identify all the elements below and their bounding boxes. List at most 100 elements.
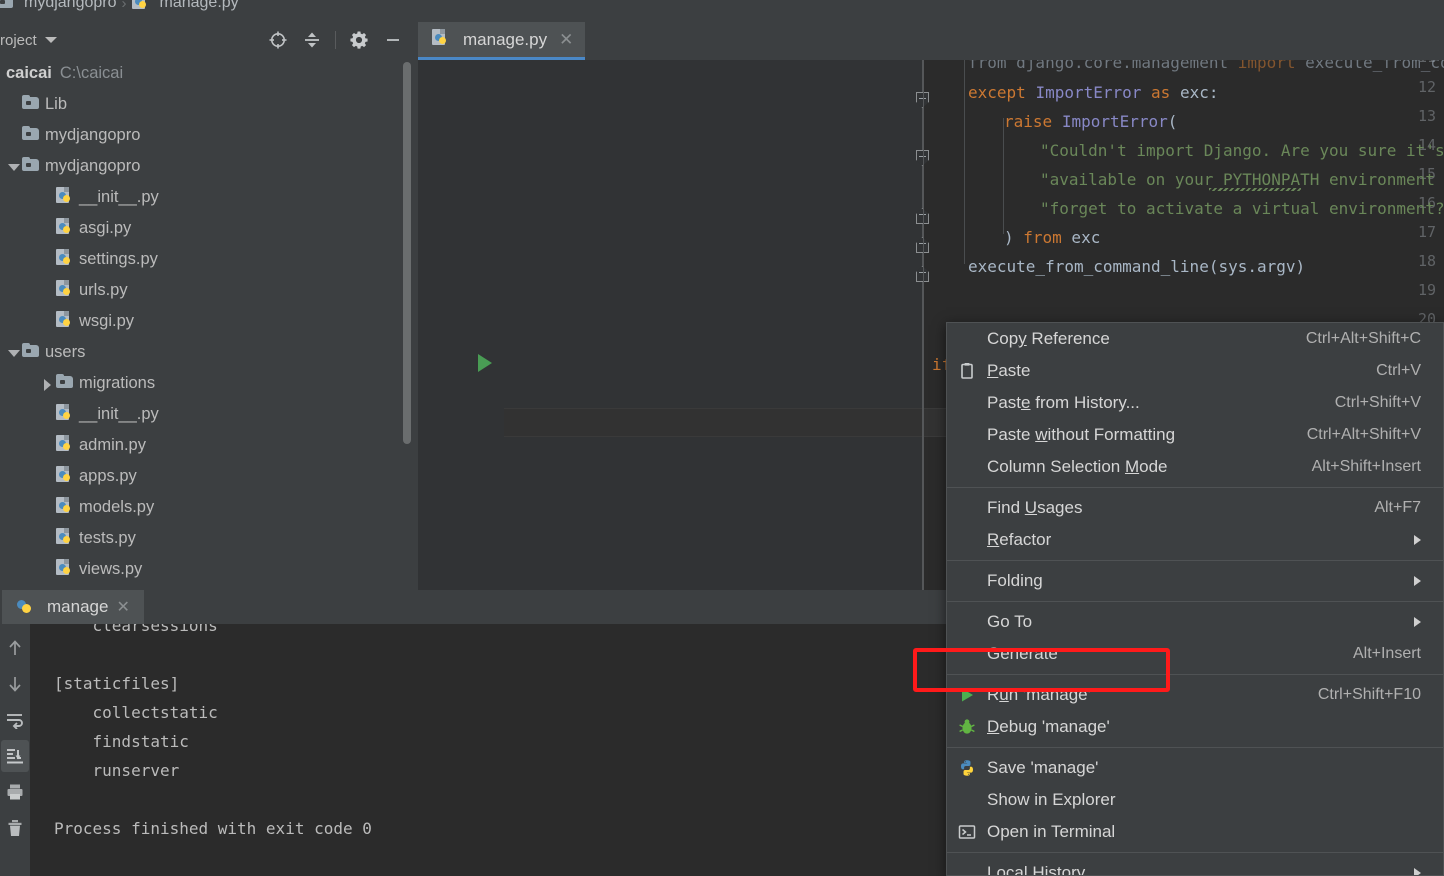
tree-item-label: models.py	[79, 498, 155, 516]
down-arrow-icon[interactable]	[1, 668, 29, 700]
breadcrumb-item-1[interactable]: manage.py	[160, 0, 239, 12]
tree-item-label: __init__.py	[79, 405, 159, 423]
collapse-all-icon[interactable]	[295, 25, 329, 55]
menu-item-show-in-explorer[interactable]: Show in Explorer	[947, 784, 1443, 816]
menu-item-label: Paste from History...	[987, 393, 1140, 412]
tree-item-mydjangopro[interactable]: mydjangopro	[0, 120, 418, 151]
gear-icon[interactable]	[342, 25, 376, 55]
close-icon[interactable]: ✕	[559, 30, 573, 50]
folder-icon	[22, 343, 39, 362]
project-tree[interactable]: caicai C:\caicai Lib mydjangopro mydjangop…	[0, 58, 418, 590]
tree-item-label: wsgi.py	[79, 312, 135, 330]
menu-item-debug-manage[interactable]: Debug 'manage'	[947, 711, 1443, 743]
menu-item-paste[interactable]: Paste Ctrl+V	[947, 355, 1443, 387]
folder-icon	[56, 374, 73, 393]
tree-item-mydjangopro[interactable]: mydjangopro	[0, 151, 418, 182]
code-line-11: from django.core.management import execu…	[968, 60, 1444, 72]
menu-item-shortcut: Ctrl+Shift+F10	[1317, 686, 1421, 703]
menu-item-refactor[interactable]: Refactor	[947, 524, 1443, 556]
tree-item-label: admin.py	[79, 436, 146, 454]
editor-tab-manage-py[interactable]: manage.py ✕	[418, 22, 586, 60]
run-tab-manage[interactable]: manage ✕	[2, 590, 144, 624]
menu-item-local-history[interactable]: Local History	[947, 857, 1443, 876]
tree-item-apps-py[interactable]: apps.py	[0, 461, 418, 492]
clipboard-icon	[947, 362, 987, 380]
menu-item-label: Generate	[987, 644, 1058, 663]
tree-item-urls-py[interactable]: urls.py	[0, 275, 418, 306]
folder-icon	[22, 95, 39, 114]
python-file-icon	[56, 186, 73, 209]
submenu-arrow-icon	[1414, 535, 1421, 545]
folder-icon	[22, 126, 39, 145]
locate-icon[interactable]	[261, 25, 295, 55]
chevron-right-icon[interactable]	[40, 376, 56, 392]
code-line-14: "Couldn't import Django. Are you sure it…	[1040, 141, 1444, 160]
project-panel-title[interactable]: Project	[0, 32, 37, 49]
menu-item-go-to[interactable]: Go To	[947, 606, 1443, 638]
tree-item-wsgi-py[interactable]: wsgi.py	[0, 306, 418, 337]
minimize-icon[interactable]	[376, 25, 410, 55]
up-arrow-icon[interactable]	[1, 632, 29, 664]
editor-context-menu[interactable]: Copy Reference Ctrl+Alt+Shift+C Paste Ctrl+…	[946, 322, 1444, 876]
run-window-toolbar	[0, 624, 30, 876]
print-icon[interactable]	[1, 776, 29, 808]
python-file-icon	[432, 28, 449, 51]
tree-item-models-py[interactable]: models.py	[0, 492, 418, 523]
tree-item-label: urls.py	[79, 281, 128, 299]
tree-item-tests-py[interactable]: tests.py	[0, 523, 418, 554]
tree-item--init-py[interactable]: __init__.py	[0, 182, 418, 213]
tree-item--init-py[interactable]: __init__.py	[0, 399, 418, 430]
python-file-icon	[56, 434, 73, 457]
tree-item-lib[interactable]: Lib	[0, 89, 418, 120]
python-file-icon	[56, 465, 73, 488]
submenu-arrow-icon	[1414, 576, 1421, 586]
tree-item-users[interactable]: users	[0, 337, 418, 368]
chevron-down-icon[interactable]	[44, 37, 57, 43]
tree-root-item[interactable]: caicai C:\caicai	[0, 58, 418, 89]
menu-item-generate[interactable]: Generate Alt+Insert	[947, 638, 1443, 670]
menu-item-label: Local History	[987, 863, 1086, 876]
trash-icon[interactable]	[1, 812, 29, 844]
menu-item-label: Folding	[987, 571, 1043, 590]
menu-item-run-manage[interactable]: Run 'manage' Ctrl+Shift+F10	[947, 679, 1443, 711]
menu-item-column-selection-mode[interactable]: Column Selection Mode Alt+Shift+Insert	[947, 451, 1443, 483]
tree-item-migrations[interactable]: migrations	[0, 368, 418, 399]
tree-item-settings-py[interactable]: settings.py	[0, 244, 418, 275]
chevron-down-icon[interactable]	[6, 345, 22, 361]
tree-item-admin-py[interactable]: admin.py	[0, 430, 418, 461]
tree-item-asgi-py[interactable]: asgi.py	[0, 213, 418, 244]
menu-item-label: Paste without Formatting	[987, 425, 1176, 444]
menu-item-paste-without-formatting[interactable]: Paste without Formatting Ctrl+Alt+Shift+V	[947, 419, 1443, 451]
scroll-to-end-icon[interactable]	[1, 740, 29, 772]
tree-item-views-py[interactable]: views.py	[0, 554, 418, 585]
tree-item-label: tests.py	[79, 529, 136, 547]
project-tree-scrollbar[interactable]	[403, 62, 411, 444]
menu-item-open-in-terminal[interactable]: Open in Terminal	[947, 816, 1443, 848]
menu-item-label: Open in Terminal	[987, 822, 1116, 841]
menu-item-shortcut: Alt+F7	[1374, 499, 1421, 516]
menu-item-shortcut: Alt+Insert	[1352, 645, 1421, 662]
folder-icon	[0, 0, 13, 13]
menu-item-folding[interactable]: Folding	[947, 565, 1443, 597]
close-icon[interactable]: ✕	[116, 597, 129, 617]
menu-item-copy-reference[interactable]: Copy Reference Ctrl+Alt+Shift+C	[947, 323, 1443, 355]
soft-wrap-icon[interactable]	[1, 704, 29, 736]
menu-item-paste-from-history[interactable]: Paste from History... Ctrl+Shift+V	[947, 387, 1443, 419]
project-root-path: C:\caicai	[59, 64, 124, 82]
menu-item-save-manage[interactable]: Save 'manage'	[947, 752, 1443, 784]
tree-item-label: migrations	[79, 374, 156, 392]
breadcrumb-separator: ›	[121, 0, 127, 12]
menu-item-label: Go To	[987, 612, 1033, 631]
chevron-down-icon[interactable]	[6, 159, 22, 175]
menu-item-find-usages[interactable]: Find Usages Alt+F7	[947, 492, 1443, 524]
breadcrumb-item-0[interactable]: mydjangopro	[24, 0, 117, 12]
editor-tab-label: manage.py	[463, 29, 548, 49]
tree-item-label: settings.py	[79, 250, 158, 268]
